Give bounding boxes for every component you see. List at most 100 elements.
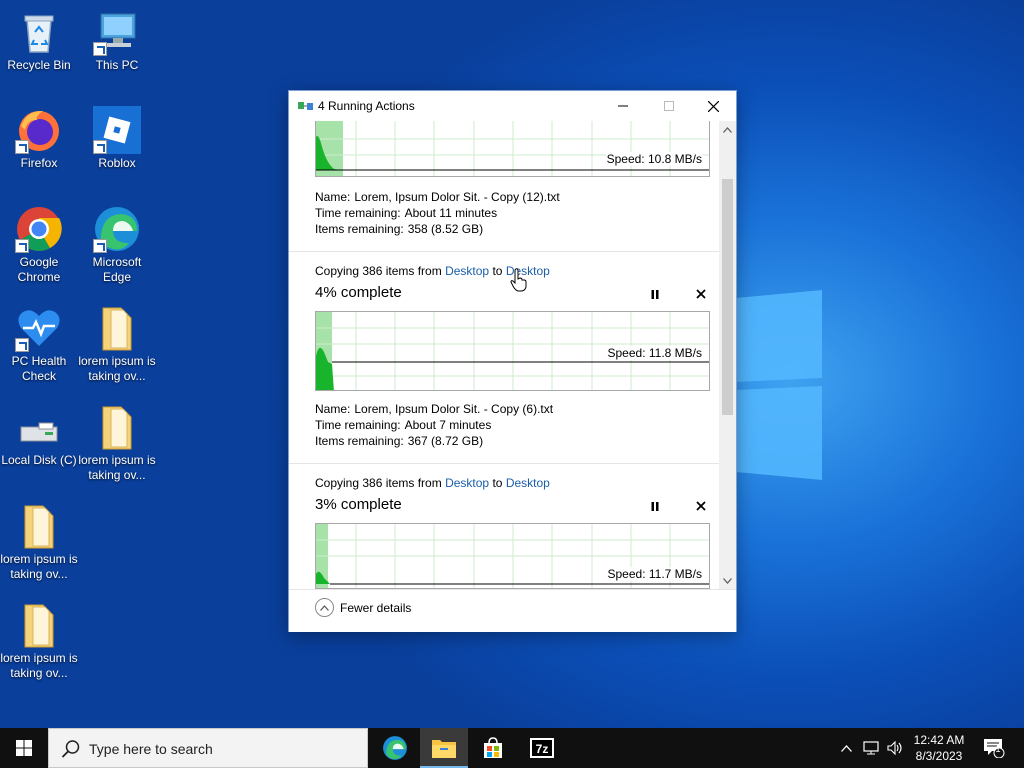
- clock[interactable]: 12:42 AM 8/3/2023: [904, 732, 974, 764]
- folder-icon: [93, 304, 141, 352]
- desktop-icon-folder[interactable]: lorem ipsum is taking ov...: [0, 502, 78, 582]
- speed-graph: Speed: 11.8 MB/s: [315, 311, 710, 391]
- minimize-button[interactable]: [600, 91, 646, 121]
- folder-icon: [93, 403, 141, 451]
- to-word: to: [492, 476, 503, 490]
- desktop-icon-folder[interactable]: lorem ipsum is taking ov...: [78, 304, 156, 384]
- shortcut-arrow-icon: [93, 140, 107, 154]
- desktop-icon-label: Google Chrome: [17, 255, 61, 284]
- svg-text:7z: 7z: [536, 742, 549, 756]
- taskbar-edge[interactable]: [371, 728, 419, 768]
- folder-icon: [15, 502, 63, 550]
- chevron-down-icon: [723, 577, 732, 584]
- desktop-icon-label: lorem ipsum is taking ov...: [78, 453, 156, 482]
- detail-key: Name:: [315, 402, 351, 416]
- pause-icon: [651, 289, 659, 299]
- volume-button[interactable]: [884, 728, 906, 768]
- operations-list[interactable]: Speed: 10.8 MB/s Name: Lorem, Ipsum Dolor…: [289, 121, 719, 589]
- shortcut-arrow-icon: [15, 140, 29, 154]
- edge-icon: [383, 736, 407, 760]
- desktop-icon-google-chrome[interactable]: Google Chrome: [0, 205, 78, 285]
- desktop-icon-firefox[interactable]: Firefox: [0, 106, 78, 171]
- shortcut-arrow-icon: [15, 338, 29, 352]
- maximize-button[interactable]: [646, 91, 692, 121]
- detail-key: Time remaining:: [315, 206, 401, 220]
- taskbar-file-explorer[interactable]: [420, 728, 468, 768]
- copy-prefix: Copying 386 items from: [315, 264, 442, 278]
- scroll-up-button[interactable]: [719, 121, 736, 138]
- scroll-down-button[interactable]: [719, 572, 736, 589]
- close-button[interactable]: [690, 91, 736, 121]
- search-box[interactable]: Type here to search: [48, 728, 368, 768]
- desktop-icon-roblox[interactable]: Roblox: [78, 106, 156, 171]
- detail-key: Items remaining:: [315, 222, 404, 236]
- items-remaining: 358 (8.52 GB): [407, 222, 484, 236]
- shortcut-arrow-icon: [93, 239, 107, 253]
- title-bar[interactable]: 4 Running Actions: [289, 91, 736, 121]
- desktop-icon-microsoft-edge[interactable]: Microsoft Edge: [78, 205, 156, 285]
- speaker-icon: [886, 741, 902, 755]
- notification-count: 1: [995, 744, 1001, 754]
- desktop-icon-folder[interactable]: lorem ipsum is taking ov...: [0, 601, 78, 681]
- windows-logo-icon: [16, 740, 32, 756]
- recycle-bin-icon: [15, 8, 63, 56]
- desktop-icon-recycle-bin[interactable]: Recycle Bin: [0, 8, 78, 73]
- percent-complete: 4% complete: [315, 284, 402, 301]
- scroll-thumb[interactable]: [722, 179, 733, 415]
- chevron-up-icon: [723, 126, 732, 133]
- time-remaining: About 11 minutes: [404, 206, 498, 220]
- cancel-button[interactable]: [694, 287, 708, 301]
- destination-link[interactable]: Desktop: [506, 476, 550, 490]
- desktop-icon-this-pc[interactable]: This PC: [78, 8, 156, 73]
- fewer-details-button[interactable]: Fewer details: [315, 598, 411, 617]
- chevron-up-circle-icon: [315, 598, 334, 617]
- chevron-up-icon: [840, 744, 852, 752]
- speed-graph: Speed: 10.8 MB/s: [315, 121, 710, 177]
- taskbar: Type here to search 7z 12:42 AM 8/3/2023…: [0, 728, 1024, 768]
- source-link[interactable]: Desktop: [445, 264, 489, 278]
- desktop-icon-local-disk[interactable]: Local Disk (C): [0, 403, 78, 468]
- vertical-scrollbar[interactable]: [719, 121, 736, 589]
- desktop-icon-label: Recycle Bin: [7, 58, 71, 72]
- speed-label: Speed: 11.8 MB/s: [606, 346, 703, 360]
- to-word: to: [492, 264, 503, 278]
- desktop-icon-pc-health-check[interactable]: PC Health Check: [0, 304, 78, 384]
- notification-center-button[interactable]: 1: [980, 728, 1008, 768]
- operation-details: Name: Lorem, Ipsum Dolor Sit. - Copy (6).…: [315, 401, 553, 449]
- taskbar-7zip[interactable]: 7z: [518, 728, 566, 768]
- close-icon: [696, 501, 706, 511]
- current-file-name: Lorem, Ipsum Dolor Sit. - Copy (6).txt: [354, 402, 554, 416]
- percent-complete: 3% complete: [315, 496, 402, 513]
- desktop-icon-label: lorem ipsum is taking ov...: [0, 651, 78, 680]
- search-placeholder: Type here to search: [89, 741, 213, 757]
- running-actions-dialog: 4 Running Actions Speed: 10.8 MB/s Name:…: [288, 90, 737, 632]
- cancel-button[interactable]: [694, 499, 708, 513]
- pause-button[interactable]: [648, 287, 662, 301]
- hard-drive-icon: [15, 403, 63, 451]
- pause-button[interactable]: [648, 499, 662, 513]
- 7zip-icon: 7z: [530, 738, 554, 758]
- start-button[interactable]: [0, 728, 48, 768]
- fewer-details-label: Fewer details: [340, 600, 412, 615]
- desktop-icon-label: Microsoft Edge: [92, 255, 142, 284]
- time-remaining: About 7 minutes: [404, 418, 492, 432]
- desktop-icon-folder[interactable]: lorem ipsum is taking ov...: [78, 403, 156, 483]
- hand-cursor-icon: [510, 268, 527, 292]
- firefox-icon: [15, 106, 63, 154]
- desktop-icon-label: Firefox: [20, 156, 58, 170]
- taskbar-store[interactable]: [469, 728, 517, 768]
- speed-graph: Speed: 11.7 MB/s: [315, 523, 710, 589]
- network-button[interactable]: [860, 728, 882, 768]
- operation-item: Copying 386 items from Desktop to Deskto…: [289, 252, 719, 463]
- source-link[interactable]: Desktop: [445, 476, 489, 490]
- clock-time: 12:42 AM: [913, 733, 965, 747]
- detail-key: Name:: [315, 190, 351, 204]
- desktop-icon-label: Local Disk (C): [1, 453, 77, 467]
- file-explorer-icon: [432, 740, 456, 758]
- shortcut-arrow-icon: [93, 42, 107, 56]
- store-icon: [484, 737, 502, 758]
- show-hidden-icons-button[interactable]: [836, 728, 856, 768]
- pause-icon: [651, 501, 659, 511]
- minimize-icon: [618, 105, 628, 107]
- operation-details: Name: Lorem, Ipsum Dolor Sit. - Copy (12)…: [315, 189, 560, 237]
